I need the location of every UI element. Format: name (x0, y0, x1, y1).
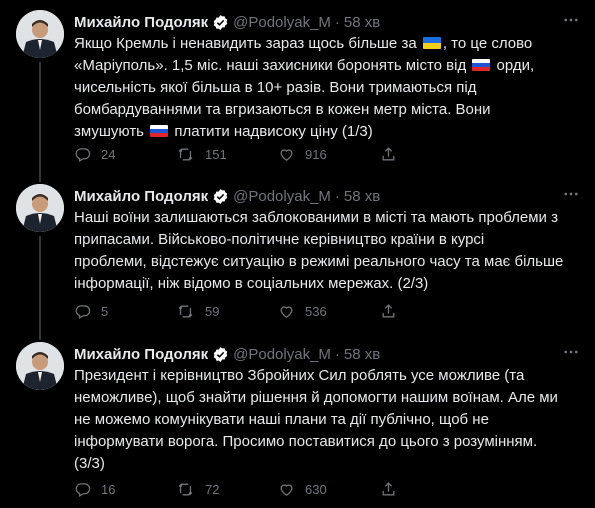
avatar[interactable] (16, 10, 64, 58)
retweet-icon (178, 305, 193, 317)
author-handle[interactable]: @Podolyak_M (233, 346, 331, 363)
share-icon (382, 146, 395, 160)
reply-button[interactable]: 16 (74, 481, 176, 498)
reply-count: 5 (101, 303, 109, 319)
flag-ukraine-icon (422, 37, 441, 49)
retweet-count: 59 (205, 303, 220, 319)
author-handle[interactable]: @Podolyak_M (233, 14, 331, 31)
timestamp[interactable]: 58 хв (344, 14, 380, 31)
more-options-icon[interactable] (561, 184, 581, 204)
thread-connector-line (39, 62, 41, 174)
tweet[interactable]: Михайло Подоляк @Podolyak_M · 58 хв Якщо… (0, 0, 595, 174)
separator-dot: · (334, 187, 340, 205)
retweet-icon (178, 483, 193, 495)
tweet-text-part: платити надвисоку ціну (1/3) (170, 123, 373, 140)
like-button[interactable]: 630 (278, 481, 380, 498)
thread-connector-line (39, 174, 41, 182)
author-name[interactable]: Михайло Подоляк (74, 14, 208, 31)
reply-icon (75, 304, 91, 319)
share-button[interactable] (380, 146, 407, 163)
reply-icon (75, 482, 91, 497)
like-count: 916 (305, 146, 327, 162)
timestamp[interactable]: 58 хв (344, 346, 380, 363)
reply-button[interactable]: 5 (74, 303, 176, 320)
reply-icon (75, 147, 91, 162)
tweet-actions: 5 59 536 (74, 300, 579, 322)
thread-connector-line (39, 332, 41, 340)
retweet-button[interactable]: 59 (176, 303, 278, 320)
author-handle[interactable]: @Podolyak_M (233, 188, 331, 205)
thread-connector-line (39, 236, 41, 332)
verified-badge-icon (212, 188, 229, 205)
share-icon (382, 481, 395, 495)
like-button[interactable]: 916 (278, 146, 380, 163)
tweet-text: Якщо Кремль і ненавидить зараз щось біль… (74, 33, 579, 143)
share-button[interactable] (380, 303, 407, 320)
heart-icon (280, 148, 293, 161)
separator-dot: · (334, 13, 340, 31)
flag-russia-icon (472, 59, 491, 71)
retweet-button[interactable]: 72 (176, 481, 278, 498)
tweet-text: Президент і керівництво Збройних Сил роб… (74, 367, 558, 472)
share-icon (382, 303, 395, 317)
verified-badge-icon (212, 14, 229, 31)
like-count: 536 (305, 303, 327, 319)
reply-count: 16 (101, 481, 116, 497)
reply-button[interactable]: 24 (74, 146, 176, 163)
more-options-icon[interactable] (561, 10, 581, 30)
tweet[interactable]: Михайло Подоляк @Podolyak_M · 58 хв През… (0, 332, 595, 508)
reply-count: 24 (101, 146, 116, 162)
like-count: 630 (305, 481, 327, 497)
avatar[interactable] (16, 184, 64, 232)
flag-russia-icon (150, 125, 169, 137)
share-button[interactable] (380, 481, 407, 498)
tweet-text-part: Якщо Кремль і ненавидить зараз щось біль… (74, 35, 421, 52)
retweet-button[interactable]: 151 (176, 146, 278, 163)
tweet-header: Михайло Подоляк @Podolyak_M · 58 хв (74, 344, 579, 364)
more-options-icon[interactable] (561, 342, 581, 362)
like-button[interactable]: 536 (278, 303, 380, 320)
verified-badge-icon (212, 346, 229, 363)
tweet-header: Михайло Подоляк @Podolyak_M · 58 хв (74, 186, 579, 206)
author-name[interactable]: Михайло Подоляк (74, 346, 208, 363)
tweet-actions: 24 151 916 (74, 143, 579, 165)
separator-dot: · (334, 345, 340, 363)
retweet-count: 72 (205, 481, 220, 497)
heart-icon (280, 483, 293, 496)
tweet[interactable]: Михайло Подоляк @Podolyak_M · 58 хв Наші… (0, 174, 595, 332)
heart-icon (280, 305, 293, 318)
tweet-header: Михайло Подоляк @Podolyak_M · 58 хв (74, 12, 579, 32)
retweet-count: 151 (205, 146, 227, 162)
tweet-text: Наші воїни залишаються заблокованими в м… (74, 209, 564, 292)
tweet-thread: Михайло Подоляк @Podolyak_M · 58 хв Якщо… (0, 0, 595, 508)
retweet-icon (178, 148, 193, 160)
avatar[interactable] (16, 342, 64, 390)
author-name[interactable]: Михайло Подоляк (74, 188, 208, 205)
timestamp[interactable]: 58 хв (344, 188, 380, 205)
tweet-actions: 16 72 630 (74, 478, 579, 500)
